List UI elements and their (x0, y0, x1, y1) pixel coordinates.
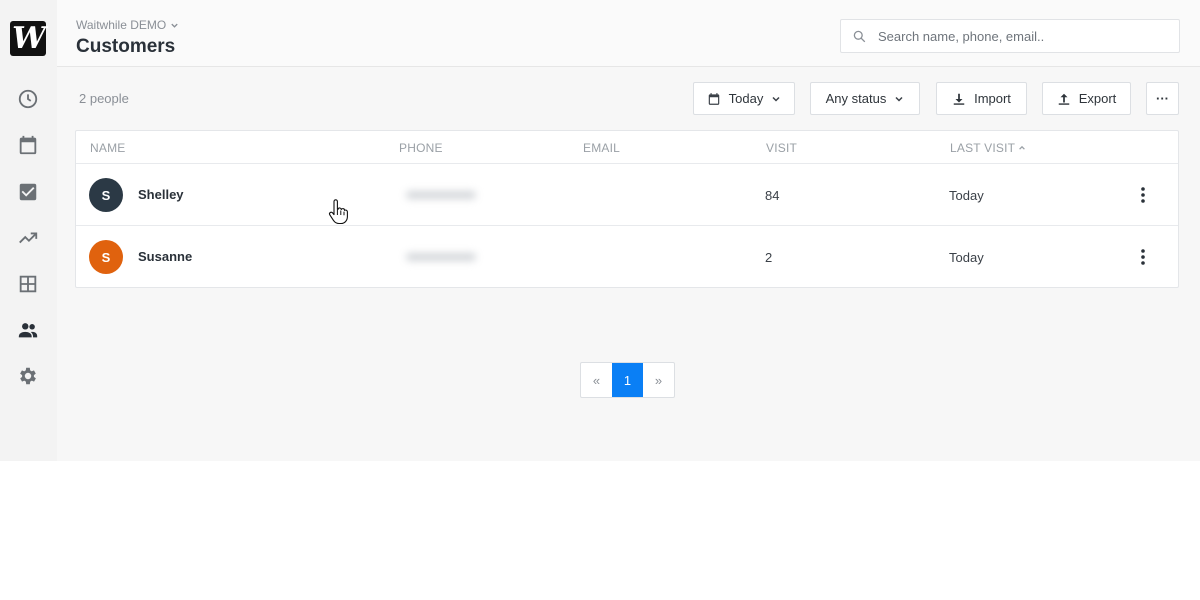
column-header-name[interactable]: NAME (90, 141, 125, 155)
more-options-button[interactable]: ··· (1146, 82, 1179, 115)
customer-name: Susanne (138, 249, 193, 264)
customers-table: NAME PHONE EMAIL VISIT LAST VISIT S Shel… (75, 130, 1179, 288)
chevron-down-icon (772, 96, 780, 102)
chevron-down-icon (895, 96, 903, 102)
export-label: Export (1078, 91, 1117, 106)
phone-redacted (398, 180, 486, 210)
last-visit: Today (949, 188, 984, 203)
column-header-email[interactable]: EMAIL (583, 141, 620, 155)
org-name: Waitwhile DEMO (76, 18, 167, 32)
row-menu-icon[interactable] (1134, 246, 1152, 268)
visit-count: 2 (765, 250, 773, 265)
date-filter-label: Today (728, 91, 764, 106)
pagination: « 1 » (580, 362, 675, 398)
calendar-icon[interactable] (16, 133, 40, 157)
more-options-icon: ··· (1156, 91, 1169, 106)
last-visit: Today (949, 250, 984, 265)
avatar: S (89, 240, 123, 274)
status-filter-button[interactable]: Any status (810, 82, 920, 115)
trending-icon[interactable] (16, 226, 40, 250)
search-icon (853, 30, 866, 42)
table-row[interactable]: S Susanne 2 Today (76, 226, 1178, 288)
visit-count: 84 (765, 188, 780, 203)
export-button[interactable]: Export (1042, 82, 1131, 115)
hand-cursor-icon (328, 199, 348, 225)
org-selector[interactable]: Waitwhile DEMO (76, 18, 179, 32)
sidebar: W (0, 0, 57, 461)
chevron-down-icon (171, 23, 178, 28)
gear-icon[interactable] (16, 364, 40, 388)
table-row[interactable]: S Shelley 84 Today (76, 164, 1178, 226)
people-count: 2 people (79, 91, 129, 106)
table-header: NAME PHONE EMAIL VISIT LAST VISIT (76, 131, 1178, 164)
app-window: W Waitwhile DEMO Customers Search name, … (0, 0, 1200, 461)
page-header: Waitwhile DEMO Customers (57, 0, 1200, 67)
grid-icon[interactable] (16, 272, 40, 296)
import-label: Import (974, 91, 1011, 106)
pagination-page-current[interactable]: 1 (612, 363, 643, 397)
search-box[interactable] (840, 19, 1180, 53)
calendar-icon (708, 92, 719, 105)
download-icon (953, 93, 965, 105)
checkbox-icon[interactable] (16, 180, 40, 204)
column-header-visit[interactable]: VISIT (766, 141, 797, 155)
app-logo[interactable]: W (10, 21, 46, 56)
people-icon[interactable] (16, 318, 40, 342)
column-header-last-visit[interactable]: LAST VISIT (950, 141, 1026, 155)
column-header-phone[interactable]: PHONE (399, 141, 443, 155)
pagination-prev[interactable]: « (581, 363, 612, 397)
page-title: Customers (76, 36, 176, 57)
row-menu-icon[interactable] (1134, 184, 1152, 206)
sort-ascending-icon (1019, 145, 1025, 150)
search-input[interactable] (878, 28, 1158, 44)
date-filter-button[interactable]: Today (693, 82, 795, 115)
status-filter-label: Any status (825, 91, 887, 106)
customer-name: Shelley (138, 187, 184, 202)
avatar: S (89, 178, 123, 212)
phone-redacted (398, 242, 486, 272)
upload-icon (1058, 93, 1069, 105)
pagination-next[interactable]: » (643, 363, 674, 397)
clock-icon[interactable] (16, 87, 40, 111)
import-button[interactable]: Import (936, 82, 1027, 115)
